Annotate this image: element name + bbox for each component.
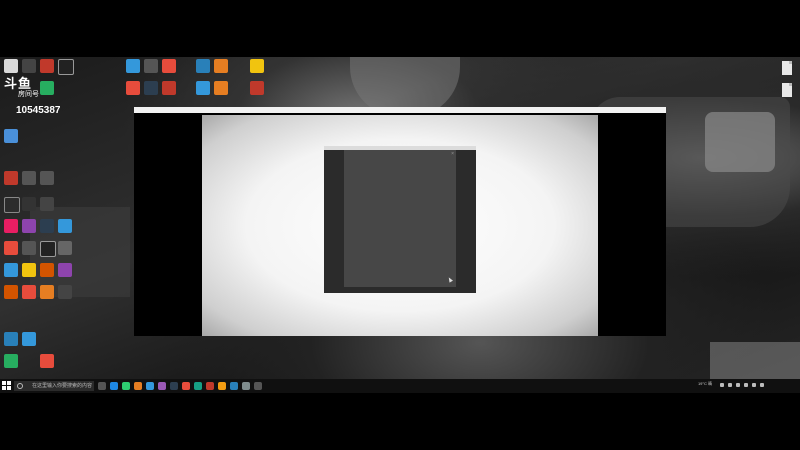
desktop-file-icon[interactable] — [782, 83, 792, 97]
desktop-icon[interactable] — [4, 219, 18, 233]
desktop-icon[interactable] — [250, 81, 264, 95]
taskbar-app-icon[interactable] — [158, 382, 166, 390]
app-content: × — [202, 115, 598, 336]
steam-icon[interactable] — [170, 382, 178, 390]
taskbar-app-icon[interactable] — [230, 382, 238, 390]
taskbar: 在这里输入你要搜索的内容 19°C 晴 — [0, 379, 800, 393]
desktop-icon[interactable] — [250, 59, 264, 73]
desktop-icon[interactable] — [126, 59, 140, 73]
desktop-icon[interactable] — [40, 59, 54, 73]
desktop-icon[interactable] — [40, 197, 54, 211]
desktop-icon[interactable] — [22, 171, 36, 185]
desktop: 斗鱼 房间号 10545387 × 在这里输入你要搜索的内容 19°C 晴 — [0, 57, 800, 393]
stream-room-number: 10545387 — [16, 105, 61, 116]
desktop-icon[interactable] — [40, 241, 56, 257]
desktop-icon[interactable] — [22, 197, 36, 211]
desktop-icon[interactable] — [196, 59, 210, 73]
desktop-icon[interactable] — [22, 332, 36, 346]
input-method-icon[interactable] — [744, 383, 748, 387]
desktop-icon[interactable] — [40, 81, 54, 95]
desktop-icon[interactable] — [4, 354, 18, 368]
app-titlebar[interactable] — [134, 107, 666, 113]
search-icon — [17, 383, 23, 389]
search-placeholder: 在这里输入你要搜索的内容 — [32, 383, 93, 389]
weather-text[interactable]: 19°C 晴 — [698, 380, 712, 388]
desktop-icon[interactable] — [40, 263, 54, 277]
desktop-icon[interactable] — [144, 59, 158, 73]
desktop-icon[interactable] — [4, 285, 18, 299]
dialog-panel[interactable]: × — [344, 150, 456, 287]
desktop-icon[interactable] — [4, 263, 18, 277]
windows-start-icon[interactable] — [2, 381, 12, 391]
desktop-icon[interactable] — [58, 219, 72, 233]
volume-icon[interactable] — [736, 383, 740, 387]
desktop-icon[interactable] — [40, 219, 54, 233]
desktop-icon[interactable] — [4, 171, 18, 185]
tray-app-icon[interactable] — [760, 383, 764, 387]
stream-room-label: 房间号 — [18, 91, 39, 98]
taskbar-app-icon[interactable] — [254, 382, 262, 390]
chevron-up-icon[interactable] — [720, 383, 724, 387]
desktop-icon[interactable] — [22, 241, 36, 255]
taskbar-app-icon[interactable] — [194, 382, 202, 390]
desktop-icon[interactable] — [40, 354, 54, 368]
desktop-icon[interactable] — [4, 129, 18, 143]
desktop-icon[interactable] — [162, 81, 176, 95]
tray-app-icon[interactable] — [752, 383, 756, 387]
taskbar-app-icon[interactable] — [134, 382, 142, 390]
desktop-icon[interactable] — [22, 263, 36, 277]
desktop-icon[interactable] — [58, 59, 74, 75]
wallpaper-module-shape — [705, 112, 775, 172]
edge-icon[interactable] — [110, 382, 118, 390]
desktop-icon[interactable] — [4, 197, 20, 213]
desktop-icon[interactable] — [58, 285, 72, 299]
desktop-icon[interactable] — [196, 81, 210, 95]
desktop-icon[interactable] — [40, 285, 54, 299]
taskbar-app-icon[interactable] — [218, 382, 226, 390]
mouse-cursor-icon — [447, 276, 453, 283]
desktop-icon[interactable] — [214, 59, 228, 73]
taskbar-search-input[interactable]: 在这里输入你要搜索的内容 — [14, 381, 94, 391]
taskbar-app-icon[interactable] — [182, 382, 190, 390]
network-icon[interactable] — [728, 383, 732, 387]
app-window: × — [134, 107, 666, 336]
desktop-icon[interactable] — [58, 241, 72, 255]
taskbar-app-icon[interactable] — [122, 382, 130, 390]
close-icon[interactable]: × — [451, 151, 454, 157]
desktop-icon[interactable] — [22, 59, 36, 73]
desktop-icon[interactable] — [144, 81, 158, 95]
desktop-icon[interactable] — [58, 263, 72, 277]
taskbar-app-icon[interactable] — [146, 382, 154, 390]
desktop-icon[interactable] — [22, 219, 36, 233]
desktop-file-icon[interactable] — [782, 61, 792, 75]
desktop-icon[interactable] — [162, 59, 176, 73]
desktop-icon[interactable] — [40, 171, 54, 185]
dialog: × — [324, 146, 476, 293]
desktop-icon[interactable] — [22, 285, 36, 299]
desktop-icon[interactable] — [4, 241, 18, 255]
taskbar-app-icon[interactable] — [206, 382, 214, 390]
desktop-icon[interactable] — [214, 81, 228, 95]
desktop-icon[interactable] — [4, 332, 18, 346]
desktop-icon[interactable] — [4, 59, 18, 73]
taskbar-app-icon[interactable] — [242, 382, 250, 390]
task-view-icon[interactable] — [98, 382, 106, 390]
desktop-icon[interactable] — [126, 81, 140, 95]
